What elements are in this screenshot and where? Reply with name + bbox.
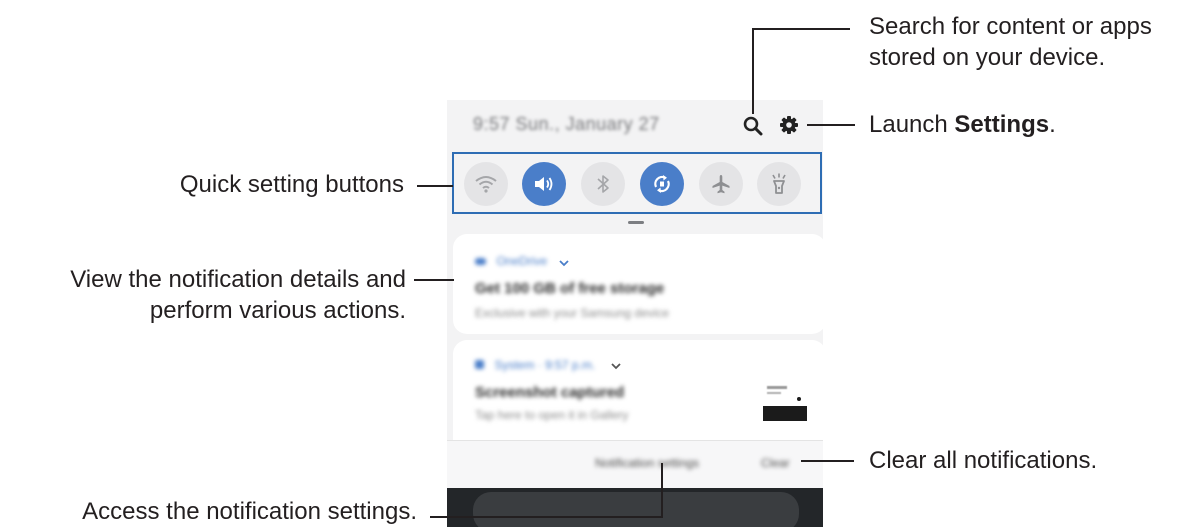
search-icon[interactable] (742, 115, 764, 137)
search-callout-line1: Search for content or apps (869, 13, 1152, 40)
settings-callout-prefix: Launch (869, 111, 955, 138)
notification-card[interactable]: OneDrive Get 100 GB of free storage Excl… (453, 234, 823, 334)
quick-settings-callout: Quick setting buttons (179, 171, 404, 198)
search-callout-line (752, 28, 754, 114)
bluetooth-toggle[interactable] (581, 162, 625, 206)
airplane-mode-toggle[interactable] (699, 162, 743, 206)
auto-rotate-icon (654, 175, 670, 193)
notification-title: Get 100 GB of free storage (475, 280, 665, 297)
details-callout: View the notification details and perfor… (70, 264, 406, 326)
notification-actions-bar: Notification settings Clear (447, 440, 823, 488)
bluetooth-icon (597, 175, 609, 193)
notification-subtitle: Tap here to open it in Gallery (475, 408, 629, 422)
search-callout-line2: stored on your device. (869, 44, 1106, 71)
cloud-icon (475, 258, 486, 265)
system-icon (475, 360, 484, 369)
settings-callout-suffix: . (1049, 111, 1056, 138)
notification-app-row: System · 9:57 p.m. (475, 356, 595, 374)
access-callout-line (661, 463, 663, 518)
details-callout-line1: View the notification details and (70, 266, 406, 293)
search-callout: Search for content or apps stored on you… (869, 11, 1152, 73)
sound-icon (535, 177, 553, 191)
details-callout-line (414, 279, 454, 281)
notification-subtitle: Exclusive with your Samsung device (475, 306, 670, 320)
quick-settings-row (452, 152, 822, 214)
settings-callout: Launch Settings. (869, 109, 1056, 140)
notification-app-row: OneDrive (475, 252, 547, 270)
navigation-bar (473, 492, 799, 527)
notification-app-name: System · 9:57 p.m. (494, 358, 596, 372)
chevron-down-icon[interactable] (559, 260, 569, 267)
notification-panel: 9:57 Sun., January 27 OneDrive Get 100 G… (447, 100, 823, 527)
status-time-date: 9:57 Sun., January 27 (473, 114, 660, 134)
wifi-toggle[interactable] (464, 162, 508, 206)
gear-icon[interactable] (778, 114, 800, 136)
notification-app-name: OneDrive (496, 254, 548, 268)
quick-settings-callout-line (417, 185, 453, 187)
access-callout-line (430, 516, 663, 518)
auto-rotate-toggle[interactable] (640, 162, 684, 206)
notification-title: Screenshot captured (475, 384, 625, 401)
settings-callout-bold: Settings (954, 111, 1050, 138)
notification-shade: 9:57 Sun., January 27 OneDrive Get 100 G… (447, 100, 823, 488)
settings-callout-line (807, 124, 855, 126)
sound-toggle[interactable] (522, 162, 566, 206)
flashlight-toggle[interactable] (757, 162, 801, 206)
flashlight-icon (772, 173, 786, 194)
notification-settings-button[interactable]: Notification settings (595, 456, 699, 470)
clear-callout-line (801, 460, 854, 462)
notification-card[interactable]: System · 9:57 p.m. Screenshot captured T… (453, 340, 823, 440)
screenshot-thumbnail[interactable] (763, 384, 807, 424)
clear-callout: Clear all notifications. (869, 447, 1098, 474)
panel-drag-handle[interactable] (628, 221, 644, 224)
search-callout-line (752, 28, 850, 30)
airplane-icon (712, 175, 730, 194)
clear-button[interactable]: Clear (761, 456, 790, 470)
access-callout: Access the notification settings. (82, 498, 417, 525)
chevron-down-icon[interactable] (611, 363, 621, 370)
wifi-icon (475, 176, 497, 193)
details-callout-line2: perform various actions. (149, 297, 406, 324)
